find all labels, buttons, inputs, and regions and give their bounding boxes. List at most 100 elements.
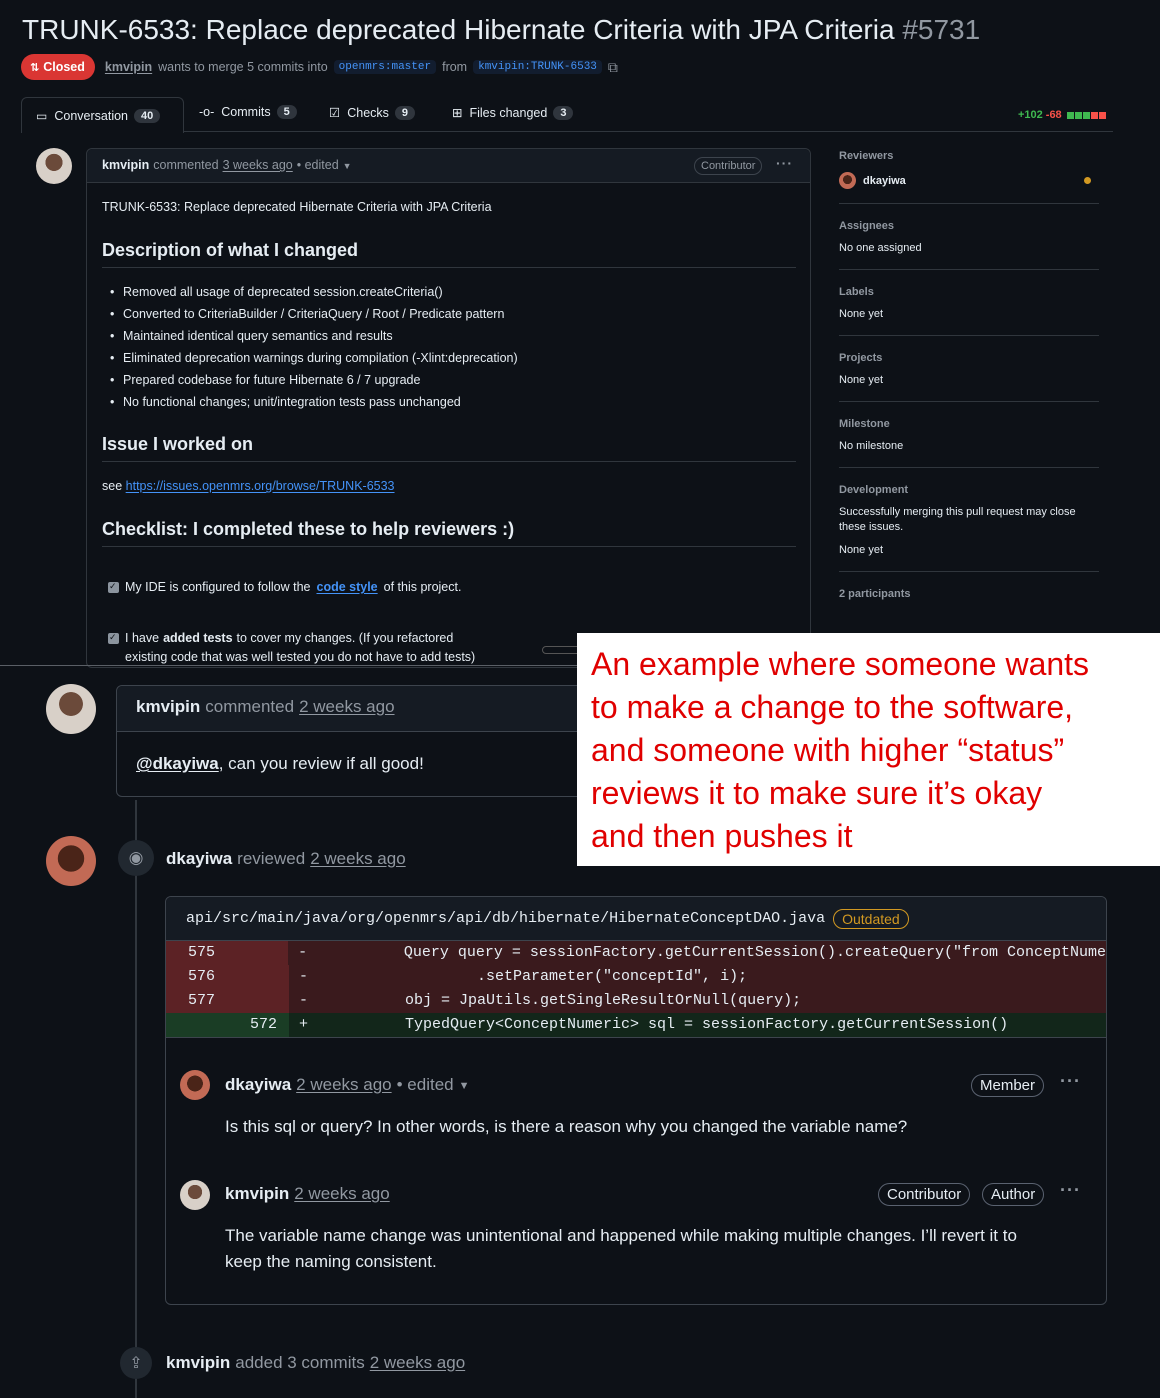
annotation-line: and then pushes it <box>591 818 853 854</box>
avatar[interactable] <box>46 684 96 734</box>
scroll-handle[interactable] <box>542 646 582 654</box>
tab-checks[interactable]: ☑ Checks 9 <box>329 105 416 120</box>
outdated-badge: Outdated <box>833 908 909 929</box>
edited-label[interactable]: • edited <box>397 1075 454 1095</box>
labels-heading[interactable]: Labels <box>839 286 1099 298</box>
screenshot-divider <box>0 665 578 666</box>
edited-label[interactable]: • edited <box>297 158 339 172</box>
check-text: to cover my changes. (If you refactored <box>236 631 454 645</box>
milestone-value: No milestone <box>839 440 904 452</box>
issue-line: see https://issues.openmrs.org/browse/TR… <box>102 479 395 493</box>
event-time[interactable]: 2 weeks ago <box>370 1353 465 1373</box>
review-author[interactable]: dkayiwa <box>166 849 232 869</box>
avatar[interactable] <box>180 1180 210 1210</box>
divider <box>839 571 1099 572</box>
heading-issue: Issue I worked on <box>102 434 796 462</box>
event-author[interactable]: kmvipin <box>166 1353 230 1373</box>
divider <box>839 203 1099 204</box>
line-number[interactable]: 572 <box>166 1013 289 1037</box>
avatar[interactable] <box>180 1070 210 1100</box>
comment-meta: kmvipin commented 2 weeks ago <box>136 697 395 717</box>
tab-files-changed[interactable]: ⊞ Files changed 3 <box>452 105 574 120</box>
reviewer-name[interactable]: dkayiwa <box>863 175 906 187</box>
reviewers-heading[interactable]: Reviewers <box>839 150 1099 162</box>
comment-author[interactable]: dkayiwa <box>225 1075 291 1095</box>
sidebar: Reviewers dkayiwa Assignees No one assig… <box>839 150 1099 600</box>
divider <box>839 401 1099 402</box>
head-branch[interactable]: kmvipin:TRUNK-6533 <box>473 60 602 74</box>
comment-time[interactable]: 2 weeks ago <box>296 1075 391 1095</box>
status-badge: ⇅ Closed <box>21 54 95 80</box>
development-heading[interactable]: Development <box>839 484 1099 496</box>
check-text: of this project. <box>383 580 462 594</box>
chevron-down-icon[interactable]: ▼ <box>459 1080 470 1095</box>
tab-commits[interactable]: -o- Commits 5 <box>199 105 297 119</box>
comment-time[interactable]: 2 weeks ago <box>299 697 394 717</box>
check-text: I have <box>125 631 160 645</box>
commits-event: kmvipin added 3 commits 2 weeks ago <box>166 1353 465 1373</box>
pending-review-dot <box>1084 177 1091 184</box>
eye-icon: ◉ <box>118 840 154 876</box>
pr-number: #5731 <box>902 14 981 45</box>
review-comment-text: keep the naming consistent. <box>225 1252 437 1271</box>
diffstat-bar <box>1066 111 1106 119</box>
tab-count: 5 <box>276 105 297 119</box>
comment-time[interactable]: 3 weeks ago <box>223 158 293 172</box>
tab-count: 40 <box>134 108 161 123</box>
avatar[interactable] <box>46 836 96 886</box>
more-options-icon[interactable]: ··· <box>1060 1180 1081 1201</box>
file-path[interactable]: api/src/main/java/org/openmrs/api/db/hib… <box>186 910 825 927</box>
event-text: added 3 commits <box>235 1353 365 1372</box>
line-number[interactable]: 576 <box>166 965 289 989</box>
line-number[interactable]: 577 <box>166 989 289 1013</box>
diff-code: TypedQuery<ConceptNumeric> sql = session… <box>333 1016 1009 1033</box>
additions: +102 <box>1018 109 1043 121</box>
diff-code: .setParameter("conceptId", i); <box>333 968 748 985</box>
line-number[interactable]: 575 <box>166 941 289 965</box>
more-options-icon[interactable]: ··· <box>776 155 793 171</box>
list-item: No functional changes; unit/integration … <box>102 395 518 417</box>
avatar[interactable] <box>839 172 856 189</box>
divider <box>839 269 1099 270</box>
divider <box>839 335 1099 336</box>
base-branch[interactable]: openmrs:master <box>333 60 437 74</box>
checkbox[interactable] <box>108 581 119 593</box>
diff-row: 575 - Query query = sessionFactory.getCu… <box>166 941 1106 965</box>
pr-status-line: ⇅ Closed kmvipin wants to merge 5 commit… <box>21 54 618 80</box>
comment-time[interactable]: 2 weeks ago <box>294 1184 389 1204</box>
avatar[interactable] <box>36 148 72 184</box>
comment-author[interactable]: kmvipin <box>136 697 200 717</box>
diff-row: 572 + TypedQuery<ConceptNumeric> sql = s… <box>166 1013 1106 1038</box>
chevron-down-icon[interactable]: ▼ <box>343 161 352 172</box>
mention-link[interactable]: @dkayiwa <box>136 754 219 773</box>
review-meta: dkayiwa reviewed 2 weeks ago <box>166 849 406 869</box>
copy-icon[interactable]: ⧉ <box>608 59 618 76</box>
more-options-icon[interactable]: ··· <box>1060 1071 1081 1092</box>
code-style-link[interactable]: code style <box>317 580 378 594</box>
assignees-heading[interactable]: Assignees <box>839 220 1099 232</box>
checkbox[interactable] <box>108 632 119 644</box>
review-time[interactable]: 2 weeks ago <box>310 849 405 869</box>
comment-author[interactable]: kmvipin <box>102 158 149 172</box>
issue-link[interactable]: https://issues.openmrs.org/browse/TRUNK-… <box>126 479 395 493</box>
pr-author-link[interactable]: kmvipin <box>105 60 152 74</box>
comment-author[interactable]: kmvipin <box>225 1184 289 1204</box>
contributor-badge: Contributor <box>694 157 763 175</box>
milestone-heading[interactable]: Milestone <box>839 418 1099 430</box>
see-text: see <box>102 479 123 493</box>
list-item: Converted to CriteriaBuilder / CriteriaQ… <box>102 307 518 329</box>
projects-heading[interactable]: Projects <box>839 352 1099 364</box>
annotation-box: An example where someone wants to make a… <box>577 633 1160 866</box>
tab-count: 3 <box>553 105 574 120</box>
list-item: Prepared codebase for future Hibernate 6… <box>102 373 518 395</box>
tab-conversation[interactable]: ▭ Conversation 40 <box>21 97 184 133</box>
comment-action: commented <box>205 697 295 716</box>
development-value: None yet <box>839 544 884 556</box>
status-text: Closed <box>43 60 85 74</box>
check-text: My IDE is configured to follow the <box>125 580 311 594</box>
projects-value: None yet <box>839 374 884 386</box>
tab-label: Conversation <box>54 108 128 123</box>
annotation-line: An example where someone wants <box>591 646 1090 682</box>
timeline-line <box>135 800 137 1398</box>
list-item: Removed all usage of deprecated session.… <box>102 285 518 307</box>
